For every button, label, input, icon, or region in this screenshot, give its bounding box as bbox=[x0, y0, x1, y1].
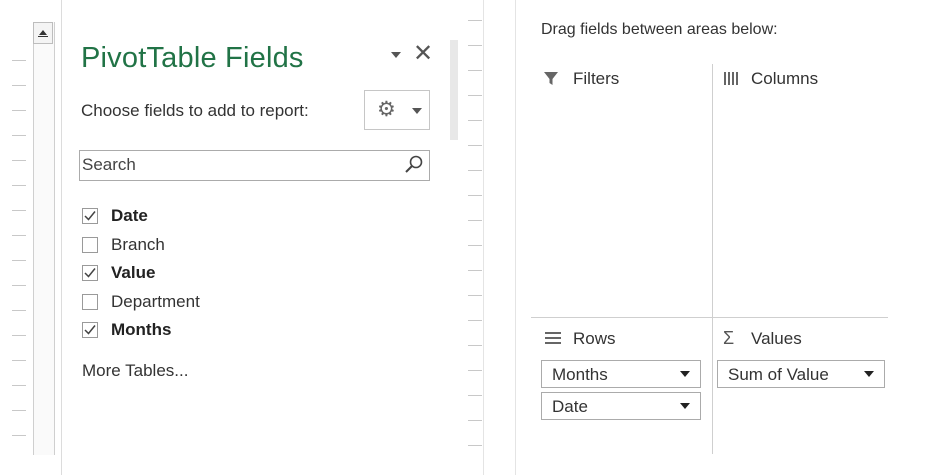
field-item-value[interactable]: Value bbox=[82, 262, 382, 286]
values-field-sum-of-value[interactable]: Sum of Value bbox=[717, 360, 885, 388]
drag-hint: Drag fields between areas below: bbox=[541, 21, 778, 38]
field-checkbox[interactable] bbox=[82, 265, 98, 281]
filters-area[interactable]: Filters bbox=[531, 64, 711, 316]
columns-label: Columns bbox=[751, 69, 819, 88]
rows-area[interactable]: Rows Months Date bbox=[531, 318, 711, 455]
rows-label: Rows bbox=[573, 329, 616, 348]
columns-icon bbox=[724, 72, 738, 85]
tools-button[interactable]: ⚙ bbox=[364, 90, 430, 130]
sheet-vertical-scrollbar[interactable] bbox=[33, 22, 55, 455]
field-label: Date bbox=[111, 206, 148, 225]
chip-label: Months bbox=[552, 365, 608, 384]
values-area[interactable]: Σ Values Sum of Value bbox=[713, 318, 888, 455]
gear-icon: ⚙ bbox=[377, 98, 396, 121]
more-tables-link[interactable]: More Tables... bbox=[82, 361, 188, 381]
field-checkbox[interactable] bbox=[82, 294, 98, 310]
filters-label: Filters bbox=[573, 69, 620, 88]
pane-left-border bbox=[61, 0, 62, 475]
field-label: Value bbox=[111, 263, 156, 282]
field-item-date[interactable]: Date bbox=[82, 205, 382, 229]
check-icon bbox=[84, 211, 96, 221]
sigma-icon: Σ bbox=[723, 328, 735, 348]
pane-title: PivotTable Fields bbox=[81, 42, 304, 74]
pane-splitter[interactable] bbox=[483, 0, 484, 475]
chip-label: Sum of Value bbox=[728, 365, 829, 384]
search-icon[interactable] bbox=[403, 154, 425, 176]
field-label: Branch bbox=[111, 235, 165, 254]
field-checkbox[interactable] bbox=[82, 208, 98, 224]
check-icon bbox=[84, 268, 96, 278]
chip-label: Date bbox=[552, 397, 588, 416]
field-item-branch[interactable]: Branch bbox=[82, 234, 382, 258]
search-field[interactable] bbox=[79, 150, 430, 181]
pane-ruler bbox=[468, 0, 488, 475]
areas-left-border bbox=[515, 0, 516, 475]
pane-options-chevron-down-icon[interactable] bbox=[390, 48, 404, 62]
chevron-down-icon bbox=[412, 108, 422, 114]
chevron-down-icon[interactable] bbox=[680, 371, 690, 377]
check-icon bbox=[84, 325, 96, 335]
values-label: Values bbox=[751, 329, 802, 348]
field-checkbox[interactable] bbox=[82, 237, 98, 253]
filter-icon bbox=[544, 72, 558, 85]
close-icon[interactable]: ✕ bbox=[413, 40, 433, 68]
search-input[interactable] bbox=[82, 154, 392, 176]
pane-scrollbar[interactable] bbox=[450, 40, 458, 140]
field-label: Department bbox=[111, 292, 200, 311]
field-item-months[interactable]: Months bbox=[82, 319, 382, 343]
rows-field-date[interactable]: Date bbox=[541, 392, 701, 420]
sheet-row-ruler bbox=[0, 0, 36, 475]
chevron-down-icon[interactable] bbox=[864, 371, 874, 377]
columns-area[interactable]: Columns bbox=[713, 64, 888, 316]
scroll-up-button[interactable] bbox=[33, 22, 53, 44]
field-label: Months bbox=[111, 320, 172, 339]
choose-fields-label: Choose fields to add to report: bbox=[81, 101, 309, 120]
field-item-department[interactable]: Department bbox=[82, 291, 382, 315]
rows-icon bbox=[545, 332, 561, 344]
rows-field-months[interactable]: Months bbox=[541, 360, 701, 388]
chevron-down-icon[interactable] bbox=[680, 403, 690, 409]
field-checkbox[interactable] bbox=[82, 322, 98, 338]
